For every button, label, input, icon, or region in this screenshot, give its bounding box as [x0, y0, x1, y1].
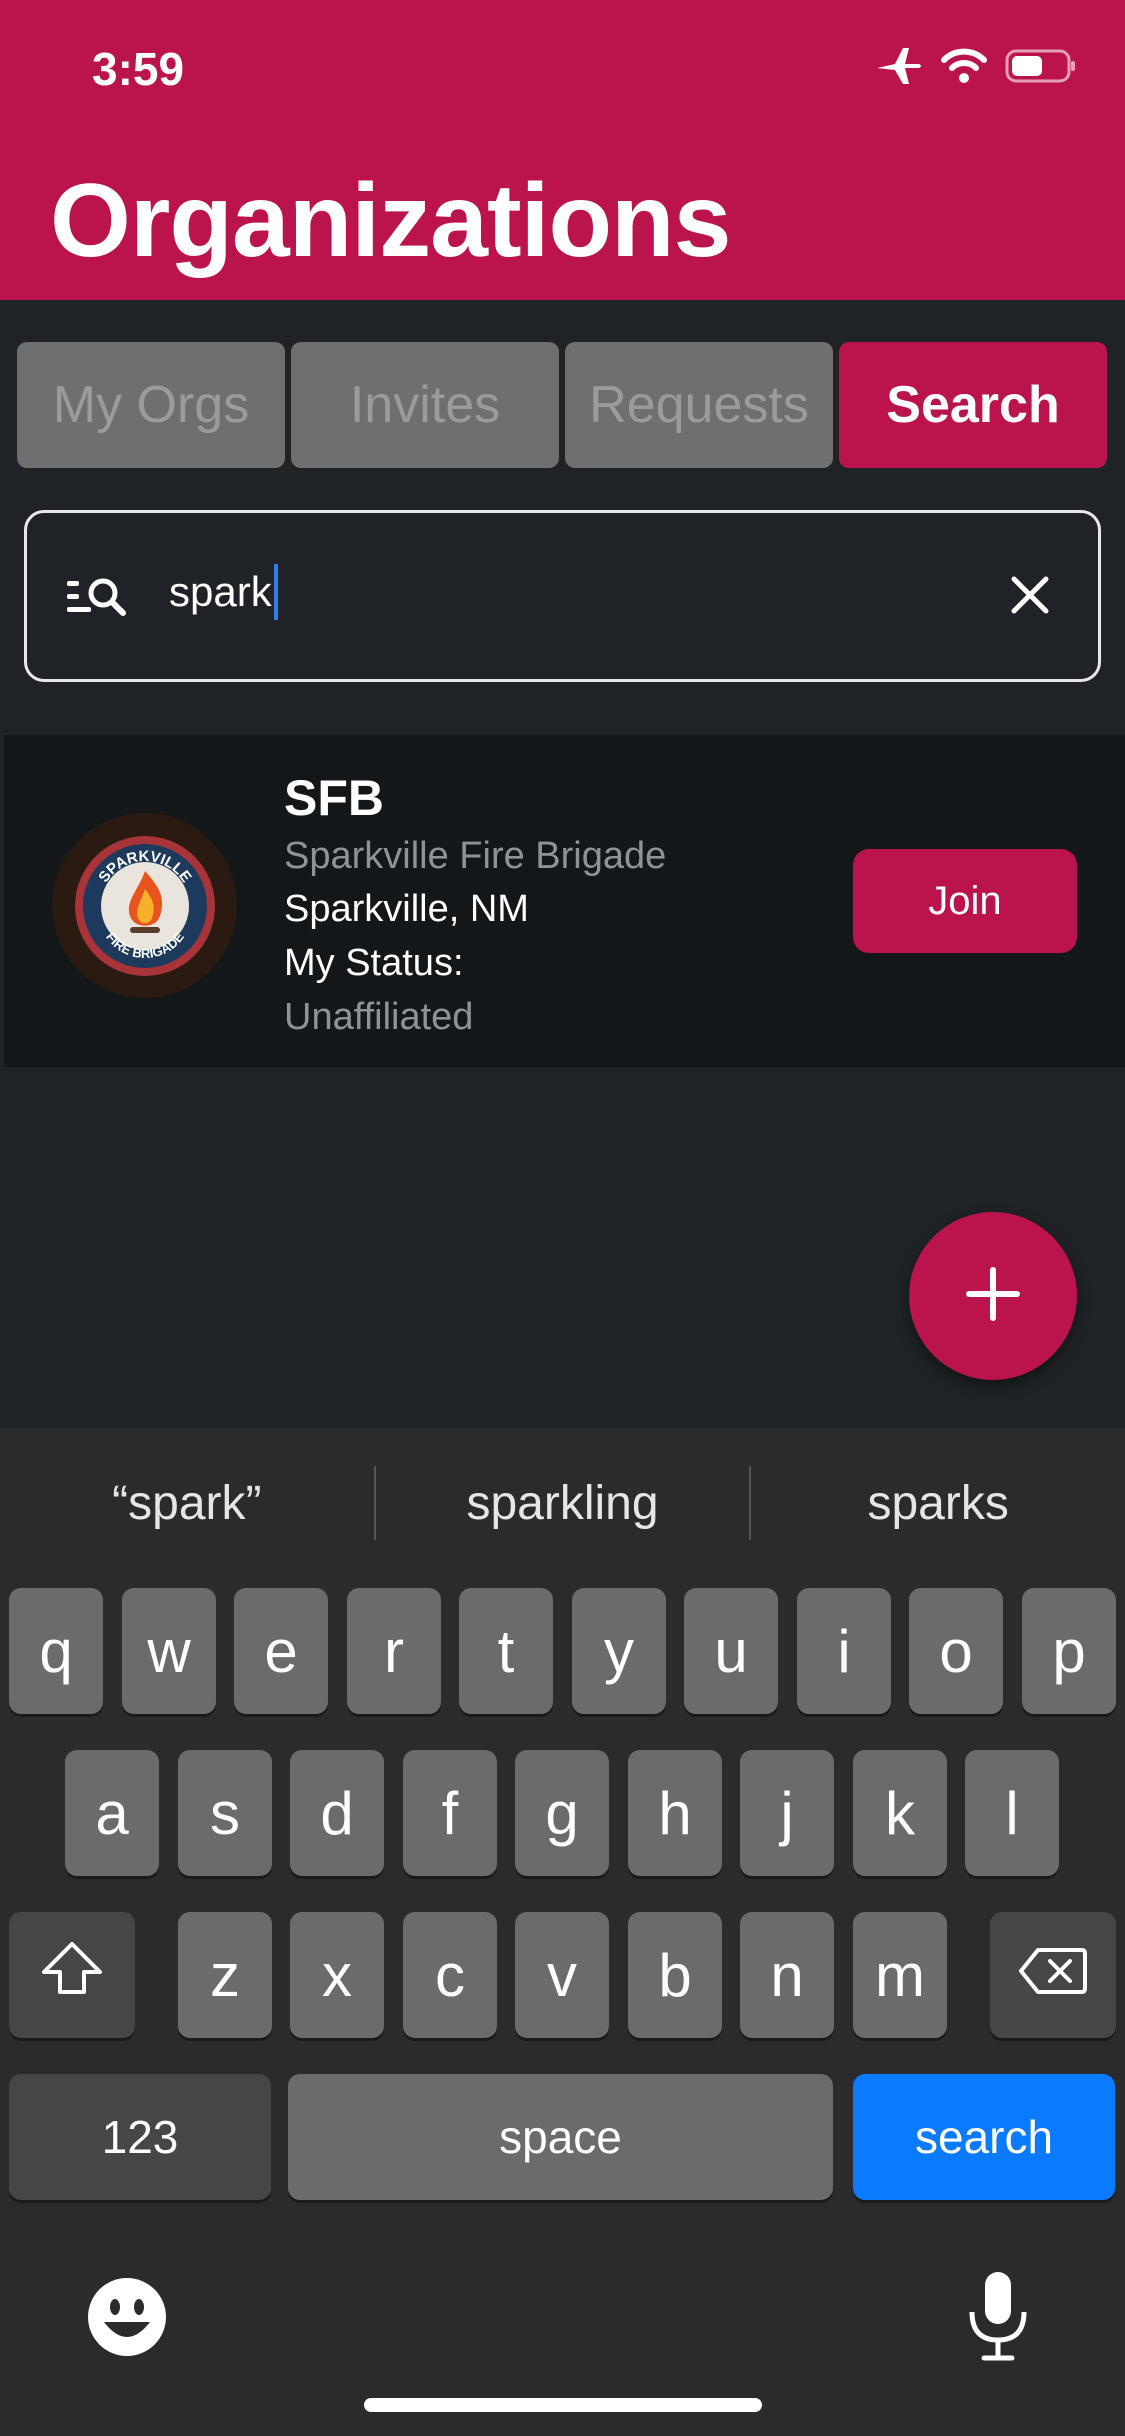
page-title: Organizations: [50, 163, 731, 279]
filter-search-icon: [65, 575, 129, 624]
key-m[interactable]: m: [853, 1912, 947, 2038]
key-g[interactable]: g: [515, 1750, 609, 1876]
key-t[interactable]: t: [459, 1588, 553, 1714]
status-time: 3:59: [92, 43, 185, 95]
emoji-icon[interactable]: [86, 2276, 168, 2363]
app-header: 3:59 Organizations: [0, 0, 1125, 300]
key-v[interactable]: v: [515, 1912, 609, 2038]
key-y[interactable]: y: [572, 1588, 666, 1714]
shift-key[interactable]: [9, 1912, 135, 2038]
key-h[interactable]: h: [628, 1750, 722, 1876]
list-item[interactable]: SPARKVILLE FIRE BRIGADE SFB Sparkville F…: [4, 735, 1125, 1067]
search-input[interactable]: spark: [24, 510, 1101, 682]
status-value: Unaffiliated: [284, 996, 474, 1038]
keyboard: “spark” sparkling sparks q w e r t y u i…: [0, 1428, 1125, 2436]
key-f[interactable]: f: [403, 1750, 497, 1876]
home-indicator[interactable]: [364, 2398, 762, 2412]
battery-icon: [1005, 48, 1077, 89]
tab-invites[interactable]: Invites: [291, 342, 559, 468]
key-l[interactable]: l: [965, 1750, 1059, 1876]
key-s[interactable]: s: [178, 1750, 272, 1876]
plus-icon: [965, 1266, 1021, 1327]
add-organization-button[interactable]: [909, 1212, 1077, 1380]
shift-icon: [40, 1940, 104, 2010]
join-button[interactable]: Join: [853, 849, 1077, 953]
suggestion-bar: “spark” sparkling sparks: [0, 1428, 1125, 1578]
org-name: Sparkville Fire Brigade: [284, 835, 667, 877]
tab-search[interactable]: Search: [839, 342, 1107, 468]
status-icons: [875, 46, 1077, 91]
suggestion-item[interactable]: sparks: [751, 1476, 1125, 1531]
suggestion-item[interactable]: “spark”: [0, 1476, 374, 1531]
key-w[interactable]: w: [122, 1588, 216, 1714]
key-z[interactable]: z: [178, 1912, 272, 2038]
key-x[interactable]: x: [290, 1912, 384, 2038]
backspace-icon: [1018, 1941, 1088, 2010]
backspace-key[interactable]: [990, 1912, 1116, 2038]
key-a[interactable]: a: [65, 1750, 159, 1876]
microphone-icon[interactable]: [966, 2270, 1030, 2367]
suggestion-item[interactable]: sparkling: [376, 1476, 750, 1531]
tab-my-orgs[interactable]: My Orgs: [17, 342, 285, 468]
org-location: Sparkville, NM: [284, 888, 529, 930]
key-d[interactable]: d: [290, 1750, 384, 1876]
org-abbreviation: SFB: [284, 770, 384, 826]
wifi-icon: [941, 48, 987, 89]
key-p[interactable]: p: [1022, 1588, 1116, 1714]
key-j[interactable]: j: [740, 1750, 834, 1876]
search-key[interactable]: search: [853, 2074, 1115, 2200]
key-r[interactable]: r: [347, 1588, 441, 1714]
numbers-key[interactable]: 123: [9, 2074, 271, 2200]
key-k[interactable]: k: [853, 1750, 947, 1876]
key-b[interactable]: b: [628, 1912, 722, 2038]
airplane-icon: [875, 46, 923, 91]
org-logo: SPARKVILLE FIRE BRIGADE: [52, 813, 237, 998]
close-icon[interactable]: [1008, 573, 1052, 622]
key-u[interactable]: u: [684, 1588, 778, 1714]
tab-requests[interactable]: Requests: [565, 342, 833, 468]
key-o[interactable]: o: [909, 1588, 1003, 1714]
tab-bar: My Orgs Invites Requests Search: [17, 342, 1107, 468]
key-i[interactable]: i: [797, 1588, 891, 1714]
key-c[interactable]: c: [403, 1912, 497, 2038]
key-n[interactable]: n: [740, 1912, 834, 2038]
key-q[interactable]: q: [9, 1588, 103, 1714]
search-value: spark: [169, 563, 278, 620]
space-key[interactable]: space: [288, 2074, 833, 2200]
status-label: My Status:: [284, 942, 464, 984]
key-e[interactable]: e: [234, 1588, 328, 1714]
